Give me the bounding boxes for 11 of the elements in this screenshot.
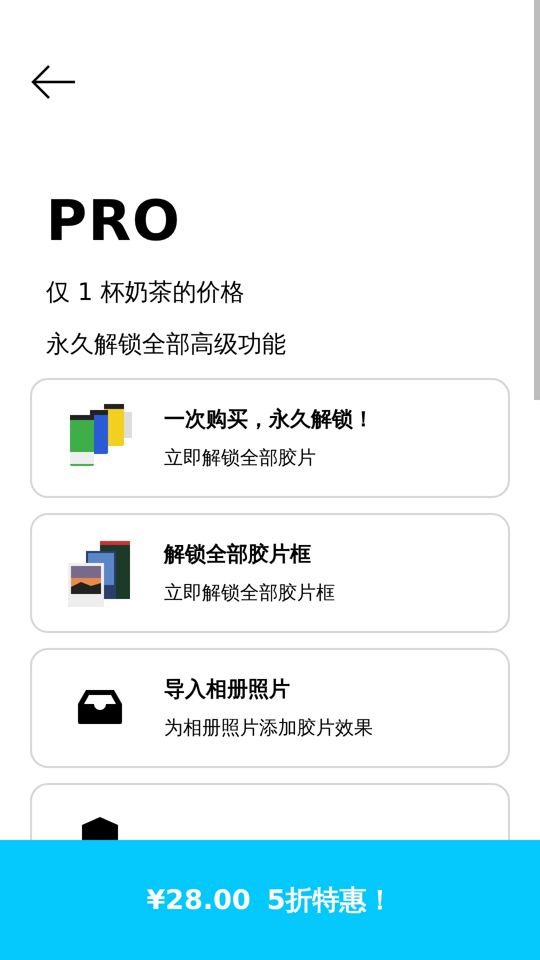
purchase-button[interactable]: ¥28.00 5折特惠！ — [0, 840, 540, 960]
tagline: 永久解锁全部高级功能 — [46, 330, 287, 358]
feature-title: 导入相册照片 — [164, 676, 291, 702]
tagline: 仅 1 杯奶茶的价格 — [46, 278, 246, 306]
feature-title: 解锁全部胶片框 — [164, 541, 312, 567]
feature-description: 为相册照片添加胶片效果 — [164, 716, 373, 740]
page-title: PRO — [46, 190, 182, 254]
feature-title: 一次购买，永久解锁！ — [164, 406, 374, 432]
feature-description: 立即解锁全部胶片 — [164, 446, 317, 470]
feature-description: 立即解锁全部胶片框 — [164, 581, 335, 605]
back-arrow-icon[interactable] — [30, 64, 76, 100]
